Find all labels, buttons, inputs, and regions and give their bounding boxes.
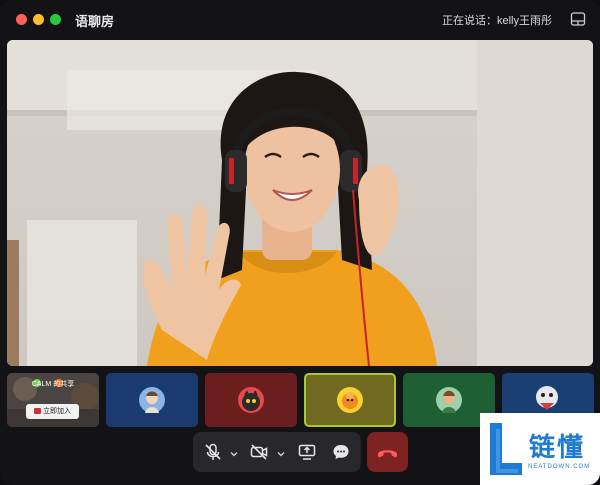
avatar xyxy=(436,387,462,413)
mic-muted-icon[interactable] xyxy=(203,442,223,462)
camera-options-chevron-icon[interactable] xyxy=(276,446,286,457)
participant-tile-active[interactable] xyxy=(304,373,396,427)
main-speaker-video[interactable] xyxy=(7,40,593,366)
avatar xyxy=(238,387,264,413)
avatar xyxy=(337,387,363,413)
chat-icon[interactable] xyxy=(331,442,351,462)
hang-up-button[interactable] xyxy=(367,432,408,472)
watermark-site: NEATDOWN.COM xyxy=(528,464,591,470)
layout-icon[interactable] xyxy=(570,11,586,27)
titlebar: 语聊房 正在说话：kelly王雨彤 xyxy=(0,0,600,38)
camera-off-icon[interactable] xyxy=(249,442,269,462)
maximize-window-button[interactable] xyxy=(50,14,61,25)
hang-up-icon xyxy=(378,450,397,458)
screen-share-card[interactable]: CALM 的共享 立即加入 xyxy=(7,373,99,427)
join-now-label: 立即加入 xyxy=(43,408,71,415)
avatar xyxy=(139,387,165,413)
window-title: 语聊房 xyxy=(75,14,115,29)
share-card-title: CALM 的共享 xyxy=(31,381,75,388)
call-controls-toolbar xyxy=(193,432,361,472)
voice-chat-room-window: 语聊房 正在说话：kelly王雨彤 CALM 的共享 立即加入 链懂 NEATD… xyxy=(0,0,600,485)
speaker-video-image xyxy=(7,40,593,366)
join-now-button[interactable]: 立即加入 xyxy=(26,404,79,419)
current-speaker-label: 正在说话：kelly王雨彤 xyxy=(441,15,552,27)
minimize-window-button[interactable] xyxy=(33,14,44,25)
watermark-logo-icon xyxy=(490,423,522,475)
play-icon xyxy=(34,408,41,415)
mic-options-chevron-icon[interactable] xyxy=(229,446,239,457)
close-window-button[interactable] xyxy=(16,14,27,25)
watermark: 链懂 NEATDOWN.COM xyxy=(480,413,600,485)
screen-share-icon[interactable] xyxy=(297,442,317,462)
watermark-brand: 链懂 xyxy=(529,432,586,462)
participant-tile[interactable] xyxy=(106,373,198,427)
participant-tile[interactable] xyxy=(205,373,297,427)
